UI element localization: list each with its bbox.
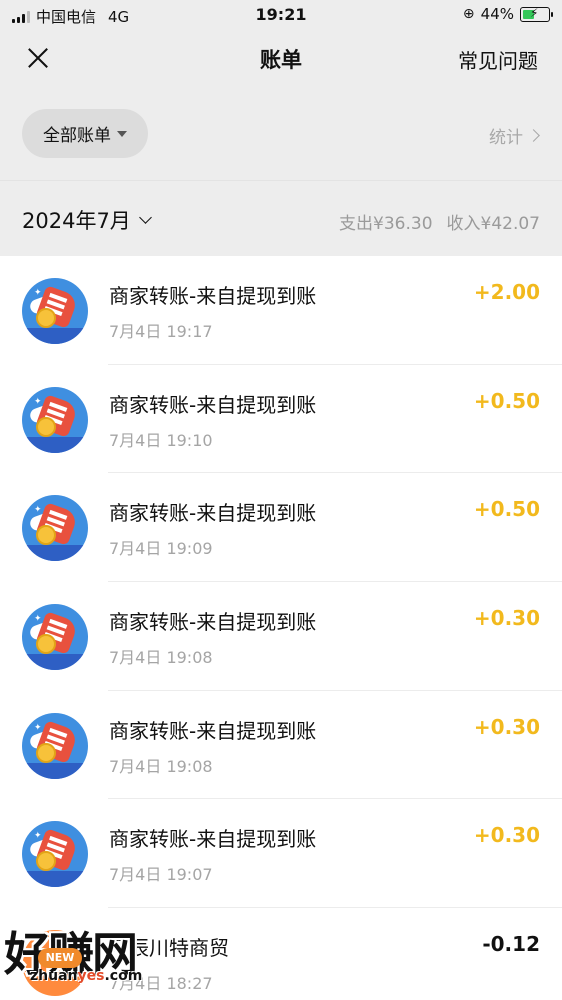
chevron-right-icon: [527, 129, 540, 142]
transaction-item[interactable]: ✦ 商家转账-来自提现到账 7月4日 19:09 +0.50: [0, 473, 562, 583]
transaction-time: 7月4日 19:08: [109, 756, 213, 776]
stats-link[interactable]: 统计: [489, 123, 540, 148]
month-picker[interactable]: 2024年7月: [22, 205, 152, 235]
transaction-amount: +0.30: [473, 823, 540, 848]
expense-total: 支出¥36.30: [339, 214, 433, 234]
transaction-amount: +2.00: [473, 280, 540, 304]
sneaker-coin-icon: ✦: [22, 712, 88, 779]
orientation-lock-icon: ⊕: [462, 6, 475, 22]
transaction-amount: +0.50: [473, 388, 540, 413]
income-total: 收入¥42.07: [446, 214, 540, 234]
transaction-title: 商家转账-来自提现到账: [109, 610, 317, 635]
transaction-title: 商家转账-来自提现到账: [109, 718, 317, 743]
merchant-avatar: 商: [22, 930, 88, 997]
sneaker-coin-icon: ✦: [22, 604, 88, 671]
bill-filter-label: 全部账单: [43, 126, 111, 146]
transaction-time: 7月4日 18:27: [109, 974, 213, 994]
transaction-time: 7月4日 19:08: [109, 648, 213, 668]
battery-icon: ⚡: [520, 6, 553, 22]
bill-filter-dropdown[interactable]: 全部账单: [22, 109, 148, 158]
transaction-list: ✦ 商家转账-来自提现到账 7月4日 19:17 +2.00 ✦ 商家转账-来自…: [0, 256, 562, 1000]
sneaker-coin-icon: ✦: [22, 278, 88, 344]
transaction-title: 商家转账-来自提现到账: [109, 284, 317, 308]
sneaker-coin-icon: ✦: [22, 386, 88, 453]
month-header: 2024年7月 支出¥36.30 收入¥42.07: [0, 180, 562, 256]
month-summary: 支出¥36.30 收入¥42.07: [339, 209, 540, 234]
transaction-title: 商家转账-来自提现到账: [109, 827, 317, 852]
transaction-item[interactable]: 商 阿辰川特商贸 7月4日 18:27 -0.12: [0, 908, 562, 1000]
month-label: 2024年7月: [22, 209, 131, 233]
transaction-item[interactable]: ✦ 商家转账-来自提现到账 7月4日 19:07 +0.30: [0, 799, 562, 909]
faq-link[interactable]: 常见问题: [458, 45, 538, 74]
transaction-item[interactable]: ✦ 商家转账-来自提现到账 7月4日 19:17 +2.00: [0, 256, 562, 365]
transaction-amount: +0.50: [473, 497, 540, 522]
transaction-amount: +0.30: [473, 606, 540, 631]
caret-down-icon: [117, 130, 127, 137]
transaction-time: 7月4日 19:10: [109, 430, 213, 450]
transaction-time: 7月4日 19:09: [109, 539, 213, 559]
stats-label: 统计: [489, 128, 523, 148]
battery-percent: 44%: [480, 5, 514, 23]
chevron-down-icon: [138, 211, 152, 224]
transaction-title: 商家转账-来自提现到账: [109, 501, 317, 526]
status-right: ⊕ 44% ⚡: [462, 5, 553, 23]
transaction-title: 商家转账-来自提现到账: [109, 392, 317, 417]
transaction-item[interactable]: ✦ 商家转账-来自提现到账 7月4日 19:10 +0.50: [0, 365, 562, 474]
transaction-time: 7月4日 19:07: [109, 865, 213, 885]
transaction-amount: +0.30: [473, 714, 540, 739]
transaction-amount: -0.12: [482, 932, 540, 957]
transaction-time: 7月4日 19:17: [109, 322, 213, 341]
transaction-item[interactable]: ✦ 商家转账-来自提现到账 7月4日 19:08 +0.30: [0, 691, 562, 800]
transaction-item[interactable]: ✦ 商家转账-来自提现到账 7月4日 19:08 +0.30: [0, 582, 562, 691]
sneaker-coin-icon: ✦: [22, 495, 88, 562]
sneaker-coin-icon: ✦: [22, 821, 88, 888]
nav-bar: 账单 常见问题: [0, 30, 562, 86]
filter-row: 全部账单 统计: [0, 104, 562, 164]
transaction-title: 阿辰川特商贸: [109, 936, 229, 961]
status-bar: 中国电信 4G 19:21 ⊕ 44% ⚡: [0, 0, 562, 30]
